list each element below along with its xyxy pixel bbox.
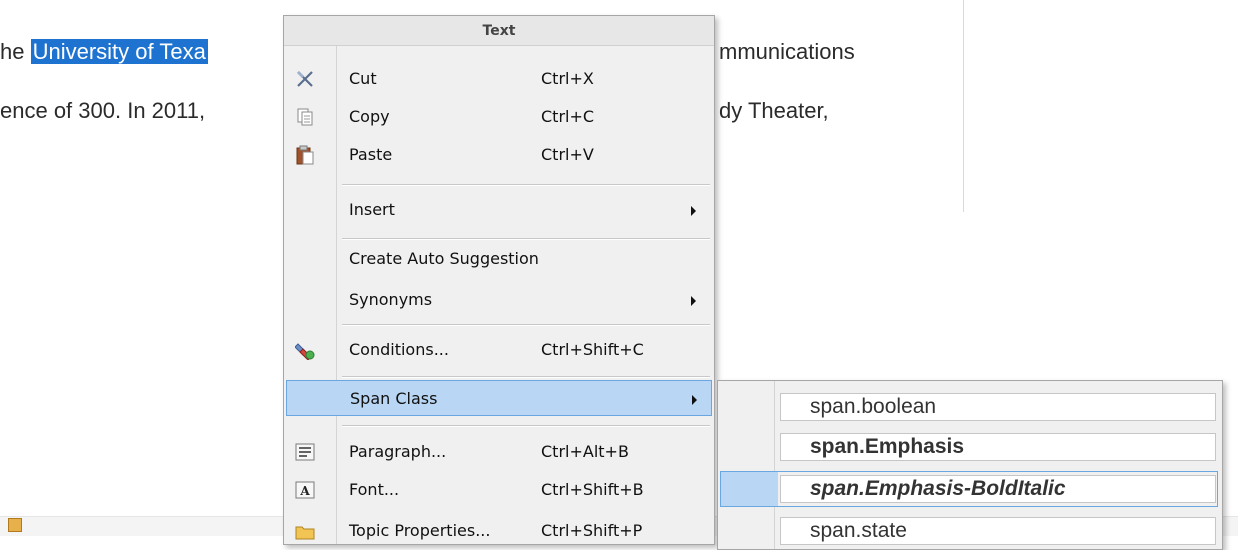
span-class-submenu: span.boolean span.Emphasis span.Emphasis… (717, 380, 1223, 550)
menu-item-span-class[interactable]: Span Class (286, 380, 712, 416)
menu-title: Text (284, 16, 714, 46)
selected-text[interactable]: University of Texa (30, 39, 208, 64)
menu-item-label: Paragraph... (349, 442, 447, 461)
submenu-item-span-emphasis-bolditalic[interactable]: span.Emphasis-BoldItalic (780, 475, 1216, 503)
menu-item-conditions[interactable]: Conditions... Ctrl+Shift+C (286, 332, 712, 368)
menu-item-label: Insert (349, 200, 395, 219)
menu-item-copy[interactable]: Copy Ctrl+C (286, 99, 712, 135)
menu-item-label: Paste (349, 145, 393, 164)
menu-item-cut[interactable]: Cut Ctrl+X (286, 61, 712, 97)
menu-item-label: Font... (349, 480, 400, 499)
document-line-2: ence of 300. In 2011, (0, 98, 206, 123)
menu-item-insert[interactable]: Insert (286, 192, 712, 228)
context-menu: Text Cut Ctrl+X Copy Ctrl+C Paste Ctrl+V (283, 15, 715, 545)
submenu-arrow-icon (691, 296, 696, 306)
menu-item-label: Topic Properties... (349, 521, 491, 540)
menu-item-label: Span Class (350, 389, 438, 408)
document-line-1-tail: mmunications (719, 39, 855, 64)
menu-item-synonyms[interactable]: Synonyms (286, 282, 712, 318)
menu-item-shortcut: Ctrl+C (541, 107, 595, 126)
menu-separator (342, 324, 710, 326)
menu-item-shortcut: Ctrl+Alt+B (541, 442, 629, 461)
menu-item-font[interactable]: A Font... Ctrl+Shift+B (286, 472, 712, 508)
menu-item-shortcut: Ctrl+Shift+B (541, 480, 644, 499)
document-line-1: he University of Texa (0, 38, 208, 66)
document-line-2-tail: dy Theater, (719, 98, 829, 123)
menu-separator (342, 184, 710, 186)
menu-item-shortcut: Ctrl+V (541, 145, 594, 164)
scissors-icon (296, 70, 313, 87)
submenu-item-span-state[interactable]: span.state (780, 517, 1216, 545)
paragraph-icon (295, 443, 315, 461)
paste-icon (296, 145, 314, 165)
folder-icon (295, 526, 315, 540)
copy-icon (297, 108, 313, 126)
menu-item-paragraph[interactable]: Paragraph... Ctrl+Alt+B (286, 434, 712, 470)
menu-item-paste[interactable]: Paste Ctrl+V (286, 137, 712, 173)
font-icon: A (295, 481, 315, 499)
menu-item-shortcut: Ctrl+Shift+C (541, 340, 644, 359)
menu-item-label: Copy (349, 107, 390, 126)
submenu-item-span-emphasis[interactable]: span.Emphasis (780, 433, 1216, 461)
menu-item-label: Conditions... (349, 340, 449, 359)
page-margin-line (963, 0, 964, 212)
menu-item-shortcut: Ctrl+Shift+P (541, 521, 643, 540)
menu-separator (342, 238, 710, 240)
menu-separator (342, 425, 710, 427)
submenu-arrow-icon (691, 206, 696, 216)
document-text: he (0, 39, 31, 64)
menu-item-label: Cut (349, 69, 377, 88)
svg-text:A: A (299, 484, 310, 498)
submenu-arrow-icon (692, 395, 697, 405)
menu-item-create-auto-suggestion[interactable]: Create Auto Suggestion (286, 241, 712, 277)
document-icon (8, 518, 22, 532)
submenu-icon-gutter (774, 381, 775, 549)
menu-item-label: Create Auto Suggestion (349, 249, 539, 268)
menu-separator (342, 376, 710, 378)
menu-item-shortcut: Ctrl+X (541, 69, 594, 88)
menu-item-topic-properties[interactable]: Topic Properties... Ctrl+Shift+P (286, 513, 712, 549)
submenu-item-span-boolean[interactable]: span.boolean (780, 393, 1216, 421)
conditions-icon (295, 343, 315, 360)
menu-item-label: Synonyms (349, 290, 433, 309)
